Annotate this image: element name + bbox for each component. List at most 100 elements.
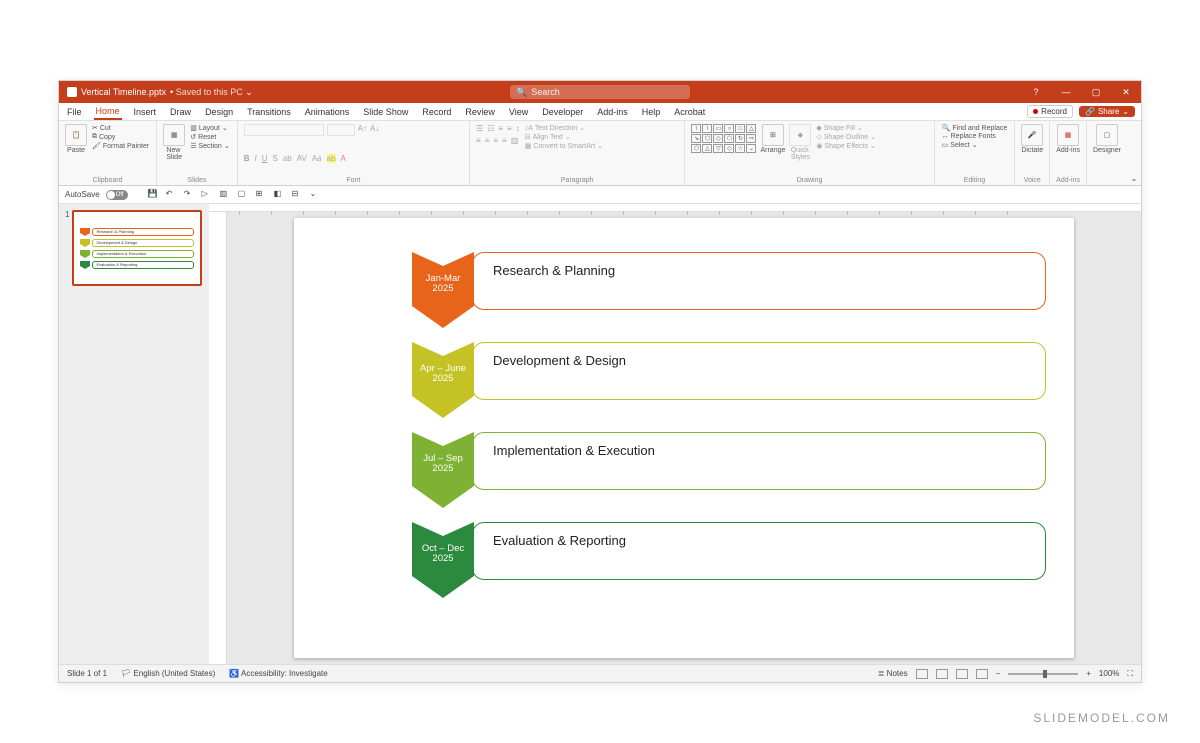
font-size-select[interactable]	[327, 124, 355, 136]
accessibility-status[interactable]: ♿ Accessibility: Investigate	[229, 669, 327, 678]
qat-icon[interactable]: ▥	[220, 189, 232, 201]
shape-fill-button[interactable]: ◆Shape Fill ⌄	[815, 124, 877, 132]
slideshow-view-button[interactable]	[976, 669, 988, 679]
timeline-diagram[interactable]: Jan-Mar 2025 Research & Planning Apr – J…	[412, 252, 1046, 598]
fit-window-button[interactable]: ⛶	[1127, 669, 1133, 679]
tab-record[interactable]: Record	[420, 105, 453, 119]
language-status[interactable]: 🏳 English (United States)	[121, 669, 215, 678]
cut-button[interactable]: ✂Cut	[91, 124, 150, 132]
zoom-in-button[interactable]: +	[1086, 669, 1091, 678]
timeline-item[interactable]: Oct – Dec 2025 Evaluation & Reporting	[412, 522, 1046, 598]
help-icon[interactable]: ?	[1021, 81, 1051, 103]
tab-animations[interactable]: Animations	[303, 105, 352, 119]
italic-button[interactable]: I	[254, 154, 256, 163]
qat-icon[interactable]: ◧	[274, 189, 286, 201]
zoom-level[interactable]: 100%	[1099, 669, 1119, 678]
increase-font-icon[interactable]: A↑	[358, 124, 367, 133]
slide-1[interactable]: Jan-Mar 2025 Research & Planning Apr – J…	[294, 218, 1074, 658]
arrange-button[interactable]: ⊞Arrange	[760, 124, 785, 154]
collapse-ribbon-button[interactable]: ⌄	[1127, 121, 1141, 185]
share-button[interactable]: 🔗Share ⌄	[1079, 106, 1135, 117]
undo-icon[interactable]: ↶	[166, 189, 178, 201]
copy-button[interactable]: ⧉Copy	[91, 133, 150, 141]
align-text-button[interactable]: ⊟Align Text ⌄	[524, 133, 604, 141]
align-left-button[interactable]: ≡	[476, 136, 481, 145]
reading-view-button[interactable]	[956, 669, 968, 679]
layout-button[interactable]: ▥Layout ⌄	[189, 124, 231, 132]
document-title[interactable]: Vertical Timeline.pptx • Saved to this P…	[67, 87, 253, 98]
timeline-content-box[interactable]: Implementation & Execution	[472, 432, 1046, 490]
redo-icon[interactable]: ↷	[184, 189, 196, 201]
tab-draw[interactable]: Draw	[168, 105, 193, 119]
new-slide-button[interactable]: ▦New Slide	[163, 124, 185, 161]
shape-effects-button[interactable]: ◉Shape Effects ⌄	[815, 142, 877, 150]
quick-styles-button[interactable]: ◆Quick Styles	[789, 124, 811, 161]
normal-view-button[interactable]	[916, 669, 928, 679]
shapes-gallery[interactable]: \\▭○□△ ↘⬡◇⬠↻⇨ ⬡△▽◇☆⌄	[691, 124, 756, 153]
case-button[interactable]: Aa	[312, 154, 322, 163]
tab-addins[interactable]: Add-ins	[595, 105, 630, 119]
tab-developer[interactable]: Developer	[540, 105, 585, 119]
save-icon[interactable]: 💾	[148, 189, 160, 201]
numbering-button[interactable]: ☷	[487, 124, 494, 133]
timeline-item[interactable]: Apr – June 2025 Development & Design	[412, 342, 1046, 418]
shape-outline-button[interactable]: ◇Shape Outline ⌄	[815, 133, 877, 141]
timeline-content-box[interactable]: Research & Planning	[472, 252, 1046, 310]
tab-help[interactable]: Help	[640, 105, 663, 119]
minimize-button[interactable]: —	[1051, 81, 1081, 103]
bold-button[interactable]: B	[244, 154, 250, 163]
select-button[interactable]: ▭Select ⌄	[941, 141, 1009, 149]
tab-transitions[interactable]: Transitions	[245, 105, 293, 119]
close-button[interactable]: ✕	[1111, 81, 1141, 103]
slide-editor[interactable]: Jan-Mar 2025 Research & Planning Apr – J…	[227, 212, 1141, 664]
sorter-view-button[interactable]	[936, 669, 948, 679]
section-button[interactable]: ☰Section ⌄	[189, 142, 231, 150]
qat-more-icon[interactable]: ⌄	[310, 189, 322, 201]
replace-button[interactable]: ↔Replace Fonts	[941, 133, 1009, 140]
font-family-select[interactable]	[244, 124, 324, 136]
tab-acrobat[interactable]: Acrobat	[672, 105, 707, 119]
tab-design[interactable]: Design	[203, 105, 235, 119]
search-box[interactable]: 🔍 Search	[510, 85, 690, 99]
notes-button[interactable]: ≣ Notes	[878, 669, 908, 678]
timeline-content-box[interactable]: Development & Design	[472, 342, 1046, 400]
indent-right-button[interactable]: ≡	[507, 124, 512, 133]
tab-review[interactable]: Review	[463, 105, 497, 119]
timeline-chevron[interactable]: Jul – Sep 2025	[412, 432, 474, 508]
reset-button[interactable]: ↺Reset	[189, 133, 231, 141]
columns-button[interactable]: ▥	[511, 136, 519, 145]
timeline-content-box[interactable]: Evaluation & Reporting	[472, 522, 1046, 580]
designer-button[interactable]: ▢Designer	[1093, 124, 1121, 154]
tab-slideshow[interactable]: Slide Show	[361, 105, 410, 119]
timeline-chevron[interactable]: Apr – June 2025	[412, 342, 474, 418]
record-button[interactable]: Record	[1027, 105, 1073, 118]
zoom-out-button[interactable]: −	[996, 669, 1001, 678]
timeline-chevron[interactable]: Oct – Dec 2025	[412, 522, 474, 598]
slideshow-icon[interactable]: ▷	[202, 189, 214, 201]
slide-thumbnails-panel[interactable]: 1 Research & Planning Development & Desi…	[59, 204, 209, 664]
shadow-button[interactable]: ab	[283, 154, 292, 163]
align-right-button[interactable]: ≡	[493, 136, 498, 145]
qat-icon[interactable]: ⊟	[292, 189, 304, 201]
tab-view[interactable]: View	[507, 105, 530, 119]
indent-left-button[interactable]: ≡	[498, 124, 503, 133]
timeline-item[interactable]: Jan-Mar 2025 Research & Planning	[412, 252, 1046, 328]
slide-counter[interactable]: Slide 1 of 1	[67, 669, 107, 678]
timeline-chevron[interactable]: Jan-Mar 2025	[412, 252, 474, 328]
strike-button[interactable]: S	[273, 154, 278, 163]
highlight-button[interactable]: ab	[327, 154, 336, 163]
slide-thumbnail-1[interactable]: Research & Planning Development & Design…	[72, 210, 202, 286]
vertical-ruler[interactable]	[209, 212, 227, 664]
horizontal-ruler[interactable]	[209, 204, 1141, 212]
dictate-button[interactable]: 🎤Dictate	[1021, 124, 1043, 154]
font-color-button[interactable]: A	[341, 154, 346, 163]
underline-button[interactable]: U	[262, 154, 268, 163]
text-direction-button[interactable]: ↕AText Direction ⌄	[524, 124, 604, 132]
format-painter-button[interactable]: 🖌Format Painter	[91, 142, 150, 150]
maximize-button[interactable]: ▢	[1081, 81, 1111, 103]
qat-icon[interactable]: ⊞	[256, 189, 268, 201]
timeline-item[interactable]: Jul – Sep 2025 Implementation & Executio…	[412, 432, 1046, 508]
addins-button[interactable]: ▦Add-ins	[1056, 124, 1080, 154]
line-spacing-button[interactable]: ↕	[516, 124, 520, 133]
qat-icon[interactable]: ▢	[238, 189, 250, 201]
